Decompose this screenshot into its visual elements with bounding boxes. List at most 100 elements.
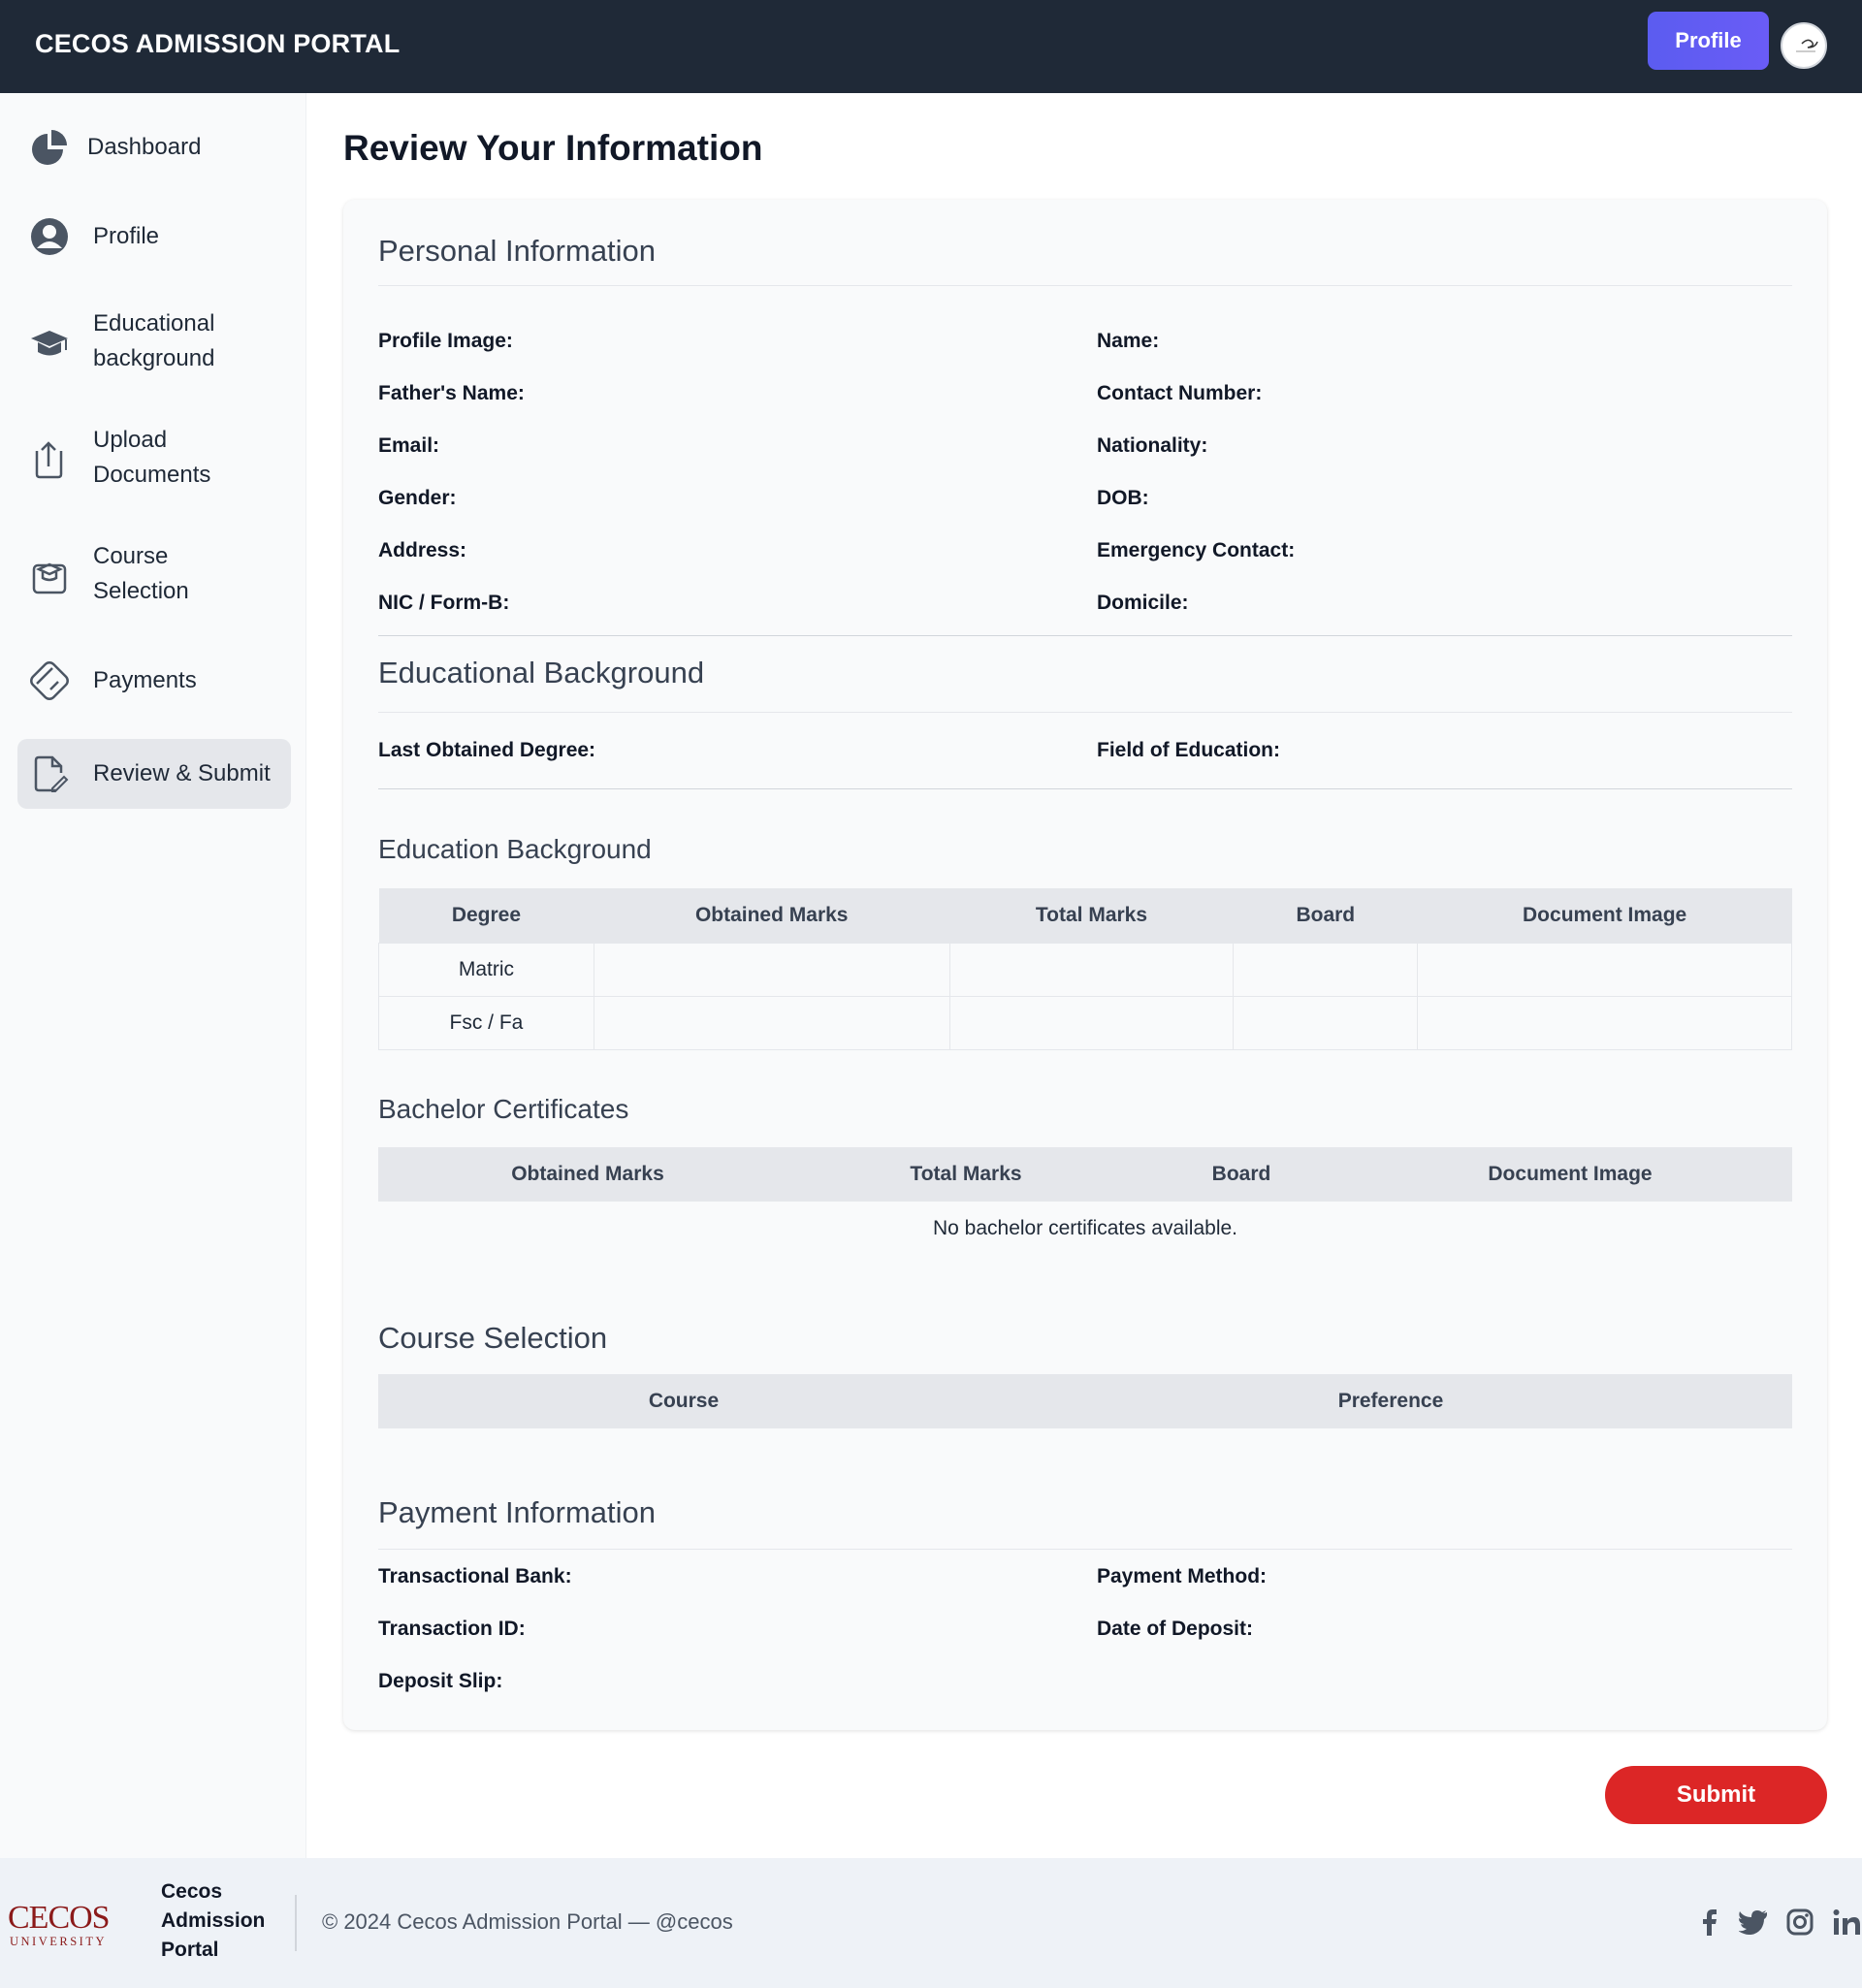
table-cell: Matric (378, 942, 594, 997)
empty-message: No bachelor certificates available. (378, 1202, 1792, 1256)
table-cell: Fsc / Fa (378, 995, 594, 1050)
sidebar-item-dashboard[interactable]: Dashboard (17, 120, 291, 175)
educational-background-title: Educational Background (378, 656, 705, 689)
divider (378, 1549, 1792, 1550)
bachelor-table: Obtained Marks Total Marks Board Documen… (378, 1147, 1792, 1256)
table-cell (593, 995, 950, 1050)
footer-brand-line: Admission (161, 1909, 266, 1932)
table-row: Fsc / Fa (378, 995, 1792, 1050)
footer-brand-line: Cecos (161, 1880, 223, 1903)
nic-label: NIC / Form-B: (378, 592, 510, 614)
page-title: Review Your Information (343, 128, 763, 168)
user-circle-icon (29, 216, 70, 257)
personal-info-title: Personal Information (378, 234, 657, 268)
footer-brand: Cecos Admission Portal (161, 1877, 265, 1965)
twitter-icon[interactable] (1738, 1907, 1769, 1938)
table-header-row: Obtained Marks Total Marks Board Documen… (378, 1147, 1792, 1202)
credit-card-icon (29, 660, 70, 701)
divider (378, 712, 1792, 713)
column-header: Degree (378, 888, 594, 943)
sidebar-label-upload: Upload (93, 427, 168, 453)
transactional-bank-label: Transactional Bank: (378, 1565, 572, 1587)
course-selection-title: Course Selection (378, 1321, 608, 1355)
gender-label: Gender: (378, 487, 457, 509)
column-header: Obtained Marks (594, 888, 950, 943)
sidebar-label-documents: Documents (93, 462, 211, 488)
date-of-deposit-label: Date of Deposit: (1097, 1618, 1254, 1640)
course-icon (29, 556, 70, 596)
sidebar-label-educational: Educational (93, 310, 215, 337)
father-name-label: Father's Name: (378, 382, 525, 404)
sidebar-item-payments[interactable]: Payments (17, 654, 291, 708)
table-cell (948, 995, 1235, 1050)
sidebar-label-selection: Selection (93, 578, 189, 604)
course-table: Course Preference (378, 1374, 1792, 1428)
sidebar-label-dashboard: Dashboard (87, 134, 202, 160)
table-cell (1417, 995, 1792, 1050)
field-of-education-label: Field of Education: (1097, 739, 1280, 761)
table-cell (1233, 942, 1419, 997)
upload-document-icon (29, 439, 70, 480)
sidebar-label-background: background (93, 345, 215, 371)
name-label: Name: (1097, 330, 1160, 352)
contact-number-label: Contact Number: (1097, 382, 1263, 404)
column-header: Preference (989, 1374, 1792, 1428)
sidebar-item-educational-background[interactable]: Educational background (17, 305, 291, 382)
column-header: Board (1135, 1147, 1348, 1202)
footer-brand-line: Portal (161, 1939, 219, 1961)
sidebar-label-profile: Profile (93, 223, 160, 249)
svg-text:CECOS: CECOS (8, 1900, 110, 1936)
graduation-cap-icon (29, 323, 70, 364)
instagram-icon[interactable] (1784, 1907, 1815, 1938)
edit-document-icon (29, 754, 70, 794)
sidebar-item-upload-documents[interactable]: Upload Documents (17, 421, 291, 498)
copyright-text: © 2024 Cecos Admission Portal — @cecos (322, 1909, 733, 1934)
nationality-label: Nationality: (1097, 434, 1208, 457)
footer-divider (295, 1895, 297, 1951)
table-header-row: Degree Obtained Marks Total Marks Board … (378, 888, 1792, 943)
sidebar-label-payments: Payments (93, 667, 197, 693)
table-cell (948, 942, 1235, 997)
column-header: Course (378, 1374, 989, 1428)
table-row: Matric (378, 942, 1792, 997)
linkedin-icon[interactable] (1831, 1907, 1862, 1938)
email-label: Email: (378, 434, 440, 457)
education-table-title: Education Background (378, 834, 652, 864)
table-row: No bachelor certificates available. (378, 1202, 1792, 1256)
sidebar-label-review-submit: Review & Submit (93, 760, 271, 786)
dob-label: DOB: (1097, 487, 1149, 509)
emergency-contact-label: Emergency Contact: (1097, 539, 1296, 561)
divider (378, 788, 1792, 789)
column-header: Total Marks (949, 888, 1234, 943)
column-header: Obtained Marks (378, 1147, 797, 1202)
divider (378, 285, 1792, 286)
payment-info-title: Payment Information (378, 1495, 657, 1529)
table-cell (1233, 995, 1419, 1050)
payment-method-label: Payment Method: (1097, 1565, 1268, 1587)
sidebar-item-review-submit[interactable]: Review & Submit (17, 739, 291, 809)
table-cell (1417, 942, 1792, 997)
facebook-icon[interactable] (1693, 1907, 1724, 1938)
column-header: Document Image (1348, 1147, 1792, 1202)
sidebar-label-course: Course (93, 543, 169, 569)
pie-chart-icon (29, 127, 70, 168)
bachelor-certificates-title: Bachelor Certificates (378, 1094, 629, 1124)
column-header: Board (1233, 888, 1418, 943)
portal-title: CECOS ADMISSION PORTAL (35, 29, 401, 58)
submit-button[interactable]: Submit (1605, 1766, 1827, 1824)
column-header: Document Image (1417, 888, 1792, 943)
column-header: Total Marks (797, 1147, 1135, 1202)
deposit-slip-label: Deposit Slip: (378, 1670, 503, 1692)
top-navbar: CECOS ADMISSION PORTAL Profile (0, 0, 1862, 93)
avatar[interactable] (1781, 22, 1827, 69)
sidebar-item-course-selection[interactable]: Course Selection (17, 537, 291, 615)
address-label: Address: (378, 539, 467, 561)
last-degree-label: Last Obtained Degree: (378, 739, 596, 761)
sidebar-item-profile[interactable]: Profile (17, 209, 291, 264)
transaction-id-label: Transaction ID: (378, 1618, 526, 1640)
education-table: Degree Obtained Marks Total Marks Board … (378, 888, 1792, 1050)
profile-button[interactable]: Profile (1648, 12, 1769, 70)
divider (378, 635, 1792, 636)
cecos-logo: CECOS UNIVERSITY (8, 1900, 111, 1948)
table-header-row: Course Preference (378, 1374, 1792, 1428)
